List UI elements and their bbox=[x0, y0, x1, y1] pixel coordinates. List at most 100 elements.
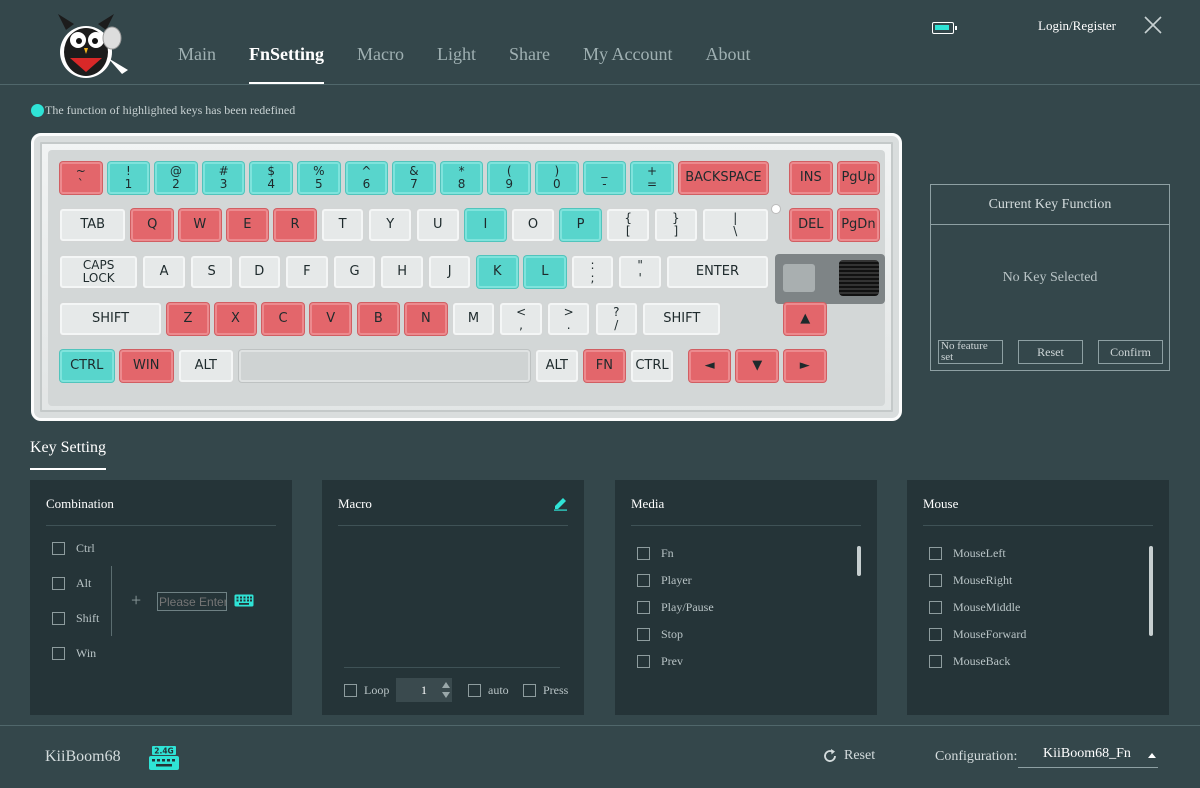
key-1-9[interactable]: O bbox=[511, 208, 555, 242]
checkbox[interactable] bbox=[637, 547, 650, 560]
key-0-9[interactable]: (9 bbox=[487, 161, 531, 195]
key-1-2[interactable]: W bbox=[178, 208, 222, 242]
stepper-arrows-icon[interactable] bbox=[441, 679, 451, 701]
key-2-5[interactable]: G bbox=[332, 255, 377, 289]
reset-all-button[interactable]: Reset bbox=[822, 748, 875, 764]
tab-fnsetting[interactable]: FnSetting bbox=[249, 44, 325, 84]
key-4-9[interactable]: ► bbox=[783, 349, 827, 383]
key-1-11[interactable]: {[ bbox=[606, 208, 650, 242]
key-3-12[interactable]: ▲ bbox=[783, 302, 827, 336]
key-2-9[interactable]: L bbox=[523, 255, 567, 289]
tab-about[interactable]: About bbox=[705, 44, 750, 84]
checkbox[interactable] bbox=[523, 684, 536, 697]
checkbox[interactable] bbox=[52, 542, 65, 555]
checkbox[interactable] bbox=[52, 612, 65, 625]
key-4-5[interactable]: FN bbox=[582, 349, 627, 383]
tab-share[interactable]: Share bbox=[509, 44, 550, 84]
key-0-8[interactable]: * 8 bbox=[439, 161, 484, 195]
keyboard-icon[interactable] bbox=[234, 594, 254, 607]
key-2-6[interactable]: H bbox=[380, 255, 424, 289]
tab-my-account[interactable]: My Account bbox=[583, 44, 673, 84]
key-1-12[interactable]: }] bbox=[654, 208, 698, 242]
auto-option[interactable]: auto bbox=[468, 683, 509, 698]
key-0-11[interactable]: _ - bbox=[582, 161, 627, 195]
key-3-10[interactable]: ? / bbox=[594, 302, 639, 336]
edit-icon[interactable] bbox=[553, 496, 568, 511]
checkbox[interactable] bbox=[637, 574, 650, 587]
key-1-5[interactable]: T bbox=[320, 208, 365, 242]
checkbox[interactable] bbox=[637, 655, 650, 668]
modifier-win[interactable]: Win bbox=[52, 646, 96, 661]
key-3-9[interactable]: >. bbox=[546, 302, 591, 336]
key-2-4[interactable]: F bbox=[285, 255, 329, 289]
key-0-4[interactable]: $4 bbox=[249, 161, 293, 195]
media-item[interactable]: Stop bbox=[637, 627, 683, 642]
key-3-4[interactable]: V bbox=[308, 302, 353, 336]
key-1-7[interactable]: U bbox=[416, 208, 460, 242]
combination-key-input[interactable] bbox=[157, 592, 227, 611]
key-0-10[interactable]: ) 0 bbox=[535, 161, 579, 195]
loop-option[interactable]: Loop bbox=[344, 683, 389, 698]
key-0-14[interactable]: INS bbox=[789, 161, 833, 195]
modifier-ctrl[interactable]: Ctrl bbox=[52, 541, 95, 556]
checkbox[interactable] bbox=[637, 601, 650, 614]
key-2-0[interactable]: CAPS LOCK bbox=[59, 255, 139, 289]
key-0-12[interactable]: + = bbox=[630, 161, 674, 195]
key-3-7[interactable]: M bbox=[451, 302, 496, 336]
modifier-alt[interactable]: Alt bbox=[52, 576, 91, 591]
key-0-0[interactable]: ~ ` bbox=[59, 161, 103, 195]
key-0-7[interactable]: & 7 bbox=[392, 161, 436, 195]
key-0-6[interactable]: ^ 6 bbox=[344, 161, 389, 195]
mouse-item[interactable]: MouseForward bbox=[929, 627, 1026, 642]
key-2-8[interactable]: K bbox=[475, 255, 520, 289]
key-3-6[interactable]: N bbox=[404, 302, 448, 336]
checkbox[interactable] bbox=[468, 684, 481, 697]
key-3-5[interactable]: B bbox=[356, 302, 401, 336]
reset-key-button[interactable]: Reset bbox=[1018, 340, 1083, 364]
media-item[interactable]: Fn bbox=[637, 546, 674, 561]
key-2-12[interactable]: ENTER bbox=[665, 255, 769, 289]
media-item[interactable]: Prev bbox=[637, 654, 683, 669]
key-4-1[interactable]: WIN bbox=[118, 349, 174, 383]
key-3-0[interactable]: SHIFT bbox=[59, 302, 163, 336]
key-4-8[interactable]: ▼ bbox=[735, 349, 779, 383]
key-1-3[interactable]: E bbox=[225, 208, 270, 242]
key-4-6[interactable]: CTRL bbox=[630, 349, 674, 383]
key-1-13[interactable]: | \ bbox=[701, 208, 769, 242]
checkbox[interactable] bbox=[929, 628, 942, 641]
mouse-item[interactable]: MouseMiddle bbox=[929, 600, 1020, 615]
key-1-6[interactable]: Y bbox=[368, 208, 412, 242]
key-2-1[interactable]: A bbox=[142, 255, 186, 289]
key-4-0[interactable]: CTRL bbox=[59, 349, 115, 383]
key-1-10[interactable]: P bbox=[558, 208, 603, 242]
media-item[interactable]: Play/Pause bbox=[637, 600, 714, 615]
checkbox[interactable] bbox=[929, 655, 942, 668]
checkbox[interactable] bbox=[52, 577, 65, 590]
key-4-7[interactable]: ◄ bbox=[687, 349, 732, 383]
mouse-item[interactable]: MouseBack bbox=[929, 654, 1010, 669]
key-3-2[interactable]: X bbox=[213, 302, 258, 336]
checkbox[interactable] bbox=[929, 601, 942, 614]
key-1-14[interactable]: DEL bbox=[789, 208, 833, 242]
volume-knob[interactable] bbox=[839, 260, 879, 296]
media-item[interactable]: Player bbox=[637, 573, 692, 588]
key-1-4[interactable]: R bbox=[273, 208, 317, 242]
key-0-5[interactable]: % 5 bbox=[297, 161, 341, 195]
key-3-11[interactable]: SHIFT bbox=[642, 302, 722, 336]
key-4-3[interactable] bbox=[237, 349, 531, 383]
tab-main[interactable]: Main bbox=[178, 44, 216, 84]
key-0-3[interactable]: #3 bbox=[201, 161, 246, 195]
tab-macro[interactable]: Macro bbox=[357, 44, 404, 84]
key-0-2[interactable]: @2 bbox=[154, 161, 198, 195]
checkbox[interactable] bbox=[344, 684, 357, 697]
press-option[interactable]: Press bbox=[523, 683, 568, 698]
key-2-2[interactable]: S bbox=[189, 255, 234, 289]
key-1-0[interactable]: TAB bbox=[59, 208, 127, 242]
configuration-select[interactable]: KiiBoom68_Fn bbox=[1018, 746, 1158, 768]
checkbox[interactable] bbox=[52, 647, 65, 660]
key-1-1[interactable]: Q bbox=[130, 208, 174, 242]
checkbox[interactable] bbox=[637, 628, 650, 641]
key-3-8[interactable]: <, bbox=[499, 302, 543, 336]
key-1-8[interactable]: I bbox=[463, 208, 508, 242]
key-2-7[interactable]: J bbox=[427, 255, 472, 289]
